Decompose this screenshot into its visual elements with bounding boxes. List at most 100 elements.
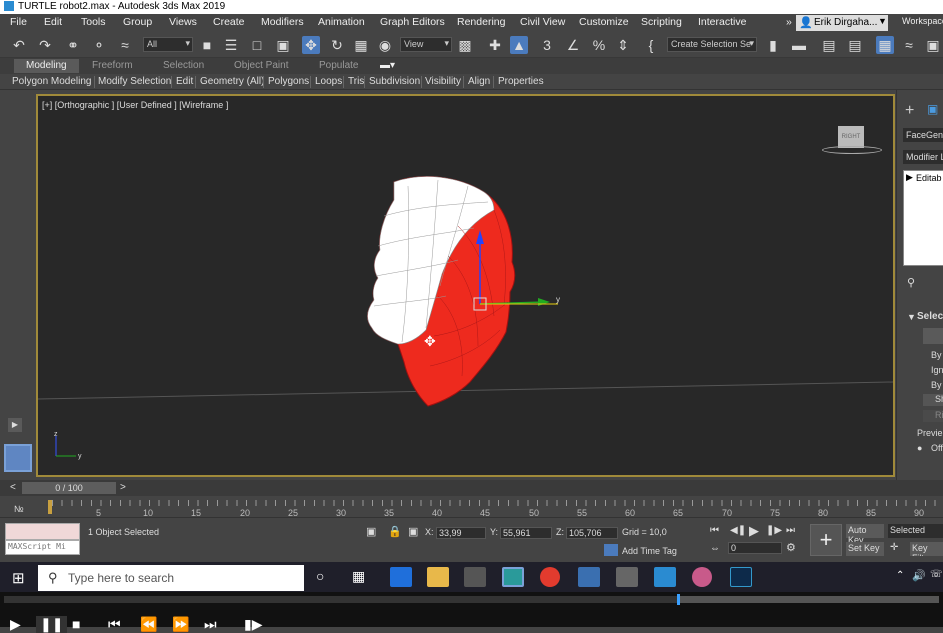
menu-civil-view[interactable]: Civil View [520,16,565,28]
radio-off[interactable]: ● [917,443,922,453]
go-to-start-icon[interactable]: ⏮ [710,525,719,536]
task-view-icon[interactable]: ▦ [352,568,365,585]
toggle-ribbon-icon[interactable]: ▦ [876,36,894,54]
chrome-icon[interactable] [540,567,560,587]
ribbon-modify-selection[interactable]: Modify Selection [98,76,171,87]
cortana-icon[interactable]: ○ [316,568,324,584]
app-icon-paint[interactable] [692,567,712,587]
current-frame-field[interactable]: 0 [728,542,782,554]
ribbon-tris[interactable]: Tris [348,76,364,87]
previous-icon[interactable]: ⏮ [108,616,121,633]
menu-overflow-icon[interactable]: » [786,16,792,28]
absolute-mode-icon[interactable]: ▣ [408,525,418,538]
photos-icon[interactable] [654,567,676,587]
video-progress-bar[interactable] [4,594,939,605]
angle-snap-icon[interactable]: ∠ [564,36,582,54]
windows-start-icon[interactable]: ⊞ [12,569,25,587]
expand-arrow-icon[interactable]: ▶ [8,418,22,432]
modify-tab-icon[interactable]: ▣ [927,102,938,116]
menu-rendering[interactable]: Rendering [457,16,505,28]
rollout-arrow-icon[interactable]: ▼ [907,312,916,322]
vertex-mode-icon[interactable] [923,328,943,344]
named-selection-icon[interactable]: { [642,36,660,54]
auto-key-button[interactable]: Auto Key [846,524,884,545]
key-filter-icon[interactable]: ✛ [890,542,898,553]
create-tab-icon[interactable]: + [905,102,914,120]
align-icon[interactable]: ▬ [790,36,808,54]
3dsmax-icon[interactable] [502,567,524,587]
ring-button[interactable]: Ri [923,410,943,422]
menu-scripting[interactable]: Scripting [641,16,682,28]
prev-frame-icon[interactable]: < [10,482,16,493]
prev-key-icon[interactable]: ◀❚ [730,525,746,536]
menu-modifiers[interactable]: Modifiers [261,16,304,28]
isolate-selection-icon[interactable]: ▣ [366,525,376,538]
rotate-icon[interactable]: ↻ [328,36,346,54]
time-config-icon[interactable]: ⚙ [786,541,796,554]
maxscript-listener-input[interactable]: MAXScript Mi [5,540,80,555]
modifier-list-dropdown[interactable]: Modifier Li [906,152,943,162]
next-key-icon[interactable]: ❚▶ [766,525,782,536]
track-bar-menu-icon[interactable]: № [14,504,24,514]
selection-rollout-title[interactable]: Select [917,311,943,322]
tab-selection[interactable]: Selection [163,60,204,71]
menu-views[interactable]: Views [169,16,197,28]
menu-interactive[interactable]: Interactive [698,16,746,28]
ribbon-polygon-modeling[interactable]: Polygon Modeling [12,76,92,87]
ribbon-options-icon[interactable]: ▬▾ [380,60,395,71]
time-tag-icon[interactable] [604,544,618,556]
expand-arrow-icon[interactable]: ▶ [906,172,913,183]
key-mode-icon[interactable]: ⇔ [710,543,720,554]
track-bar[interactable]: № 5 10 15 20 25 30 35 40 45 50 55 60 65 … [0,496,943,518]
edge-icon[interactable] [390,567,412,587]
pin-stack-icon[interactable]: ⚲ [907,276,915,289]
rect-selection-icon[interactable]: □ [248,36,266,54]
ribbon-edit[interactable]: Edit [176,76,193,87]
select-manipulate-icon[interactable]: ✚ [486,36,504,54]
place-icon[interactable]: ◉ [376,36,394,54]
y-coordinate-field[interactable]: 55,961 [500,527,552,539]
menu-animation[interactable]: Animation [318,16,365,28]
maxscript-output[interactable] [5,523,80,540]
percent-snap-icon[interactable]: % [590,36,608,54]
by-angle-checkbox[interactable]: By [931,380,942,390]
selection-lock-icon[interactable]: 🔒 [388,525,402,538]
link-icon[interactable]: ⚭ [64,36,82,54]
rewind-icon[interactable]: ⏪ [140,616,157,633]
menu-edit[interactable]: Edit [44,16,62,28]
x-coordinate-field[interactable]: 33,99 [436,527,486,539]
set-key-icon[interactable]: + [810,524,842,556]
taskbar-search-input[interactable]: ⚲ Type here to search [38,565,304,591]
snaps-icon[interactable]: 3 [538,36,556,54]
set-key-button[interactable]: Set Key [846,542,884,556]
selection-filter-dropdown[interactable]: All [143,37,193,52]
move-icon[interactable]: ✥ [302,36,320,54]
unlink-icon[interactable]: ⚬ [90,36,108,54]
ignore-backfacing-checkbox[interactable]: Ign [931,365,943,375]
tab-object-paint[interactable]: Object Paint [234,60,288,71]
next-icon[interactable]: ⏭ [204,616,217,633]
ribbon-visibility[interactable]: Visibility [425,76,461,87]
ribbon-subdivision[interactable]: Subdivision [369,76,420,87]
ribbon-properties[interactable]: Properties [498,76,544,87]
layer-explorer-icon[interactable]: ▤ [846,36,864,54]
z-coordinate-field[interactable]: 105,706 [566,527,618,539]
scene-explorer-icon[interactable]: ▤ [820,36,838,54]
stop-icon[interactable]: ■ [72,616,80,632]
spinner-snap-icon[interactable]: ⇕ [614,36,632,54]
key-filters-button[interactable]: Key Filt [910,542,943,556]
next-frame-icon[interactable]: > [120,482,126,493]
ribbon-polygons[interactable]: Polygons [268,76,309,87]
redo-icon[interactable]: ↷ [36,36,54,54]
viewport-layout-icon[interactable] [4,444,32,472]
tab-populate[interactable]: Populate [319,60,358,71]
ribbon-geometry-all[interactable]: Geometry (All) [200,76,264,87]
keyboard-shortcut-icon[interactable]: ▲ [510,36,528,54]
app-icon-camera[interactable] [464,567,486,587]
menu-graph-editors[interactable]: Graph Editors [380,16,445,28]
menu-tools[interactable]: Tools [81,16,106,28]
tab-freeform[interactable]: Freeform [92,60,133,71]
bind-spacewarp-icon[interactable]: ≈ [116,36,134,54]
frame-step-icon[interactable]: ▮▶ [244,616,262,633]
menu-customize[interactable]: Customize [579,16,629,28]
